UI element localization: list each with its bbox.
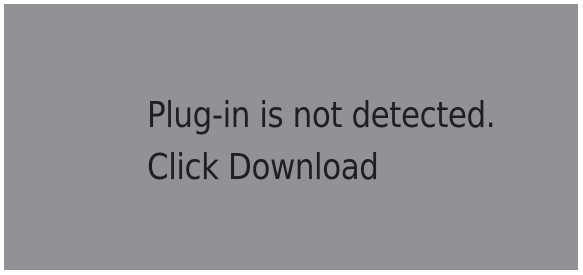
plugin-message: Plug-in is not detected. Click Download [147, 90, 496, 194]
plugin-notice-panel: Plug-in is not detected. Click Download [4, 4, 578, 270]
plugin-not-detected-text: Plug-in is not detected. [147, 95, 496, 136]
click-download-link[interactable]: Click Download [147, 142, 495, 194]
